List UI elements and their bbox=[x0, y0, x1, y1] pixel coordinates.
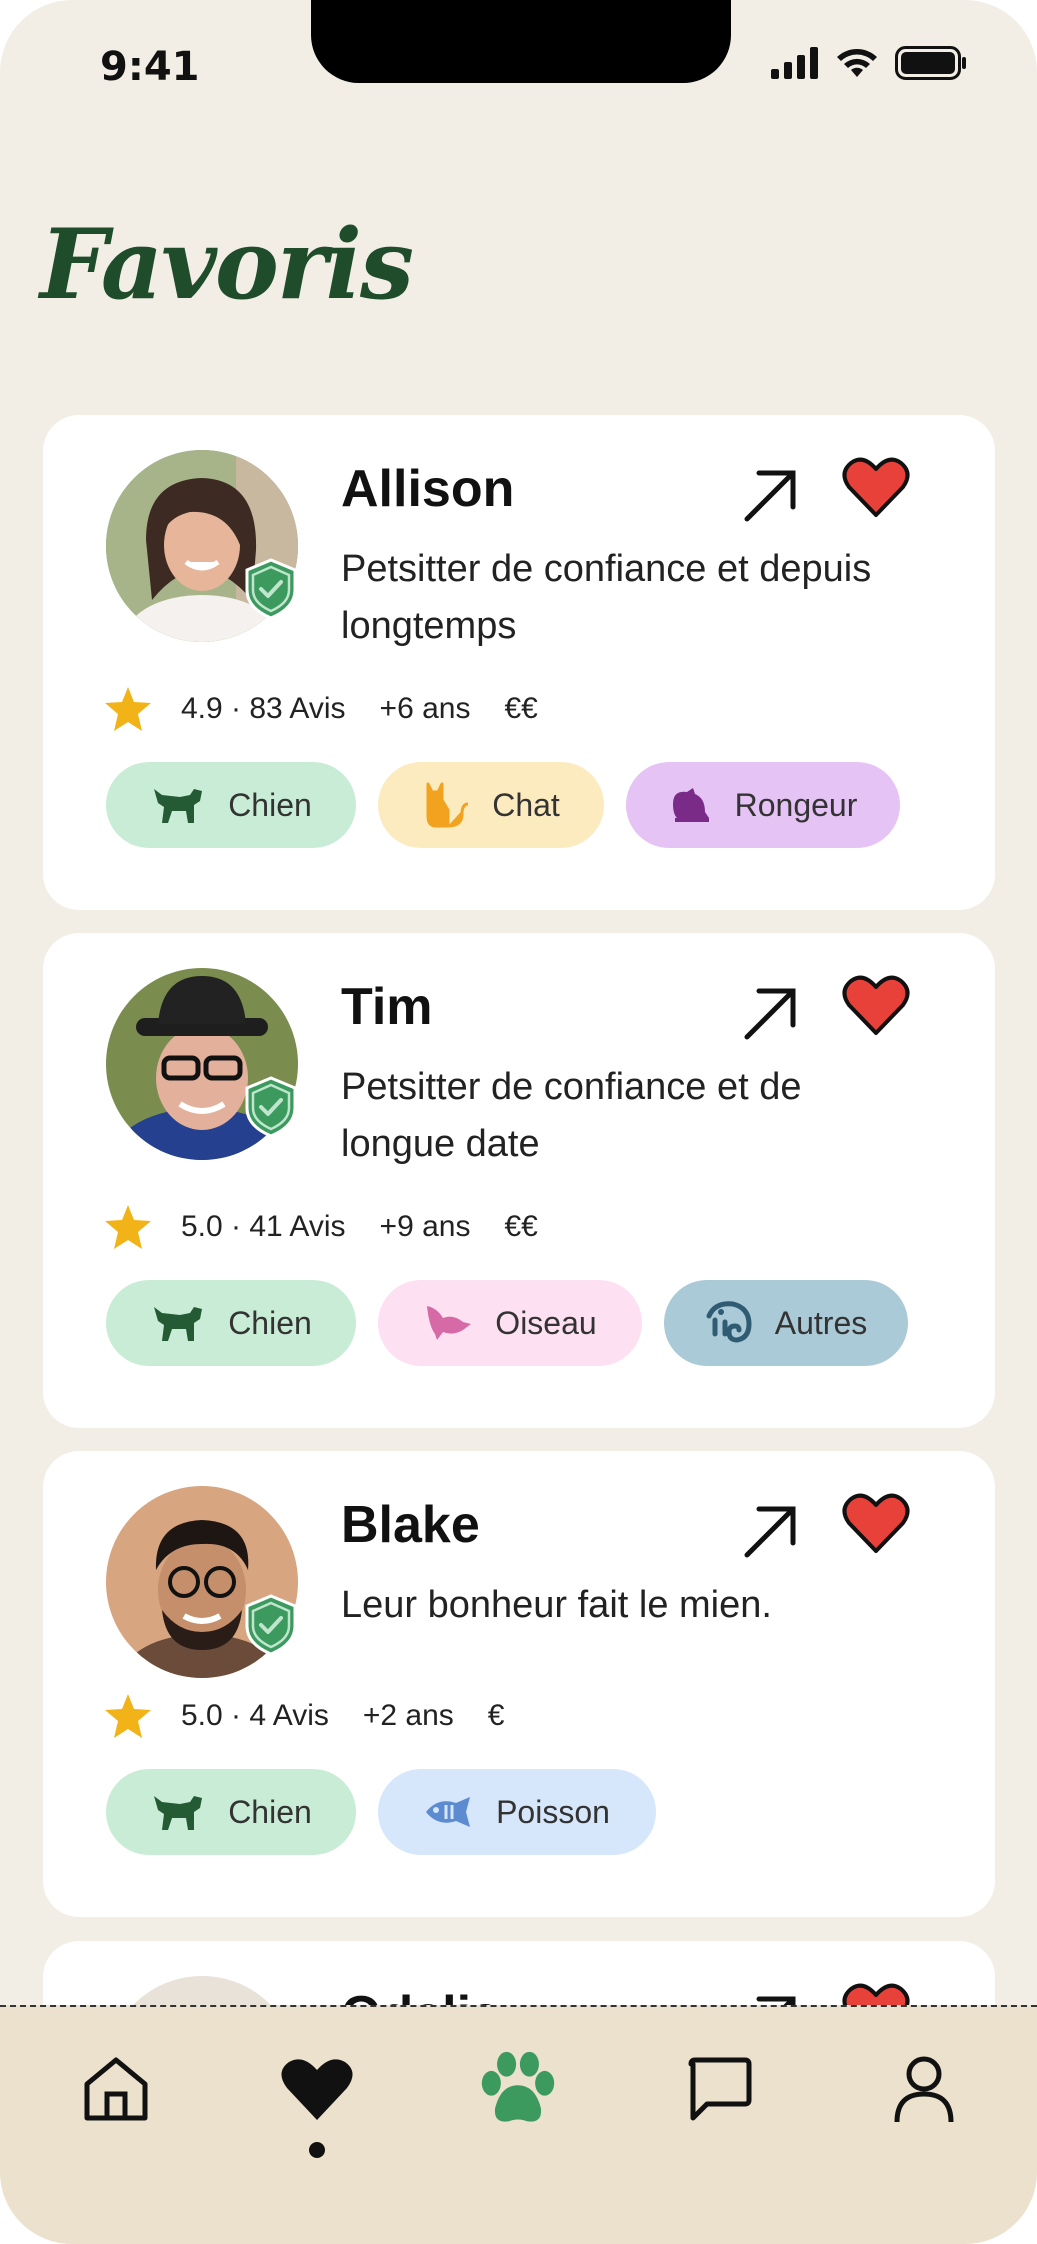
rodent-icon bbox=[672, 788, 709, 822]
favorite-heart-icon[interactable] bbox=[841, 455, 911, 519]
tab-home[interactable] bbox=[76, 2049, 156, 2129]
tag-bird: Oiseau bbox=[378, 1280, 642, 1366]
heart-icon bbox=[281, 2059, 353, 2120]
tab-sitters[interactable] bbox=[478, 2049, 558, 2129]
tab-profile[interactable] bbox=[884, 2049, 964, 2129]
sitter-tagline: Petsitter de confiance et de longue date bbox=[341, 1066, 802, 1165]
paw-icon bbox=[481, 2051, 555, 2122]
sitter-meta: 5.0 · 41 Avis +9 ans €€ bbox=[103, 1203, 538, 1251]
tag-fish: Poisson bbox=[378, 1769, 656, 1855]
rating-text: 5.0 · 4 Avis bbox=[181, 1699, 329, 1732]
signal-icon bbox=[771, 47, 818, 79]
cat-icon bbox=[426, 782, 469, 828]
phone-screen: 9:41 Favoris Allison Petsitter de confia… bbox=[0, 0, 1037, 2244]
dog-icon bbox=[154, 789, 203, 823]
sitter-name: Allison bbox=[341, 460, 515, 518]
pet-tags: Chien Oiseau Autres bbox=[106, 1280, 908, 1366]
status-icons bbox=[771, 46, 967, 80]
tag-dog: Chien bbox=[106, 1280, 356, 1366]
verified-badge-icon bbox=[245, 558, 297, 620]
tag-dog: Chien bbox=[106, 762, 356, 848]
dog-icon bbox=[154, 1796, 203, 1830]
sitter-name: Tim bbox=[341, 978, 433, 1036]
price-text: €€ bbox=[504, 692, 538, 725]
price-text: €€ bbox=[504, 1210, 538, 1243]
wifi-icon bbox=[837, 49, 877, 77]
active-tab-indicator bbox=[309, 2142, 325, 2158]
pet-tags: Chien Chat Rongeur bbox=[106, 762, 900, 848]
profile-icon bbox=[894, 2056, 954, 2123]
favorite-heart-icon[interactable] bbox=[841, 973, 911, 1037]
star-icon bbox=[105, 1694, 151, 1738]
experience-text: +9 ans bbox=[379, 1210, 471, 1243]
pet-tags: Chien Poisson bbox=[106, 1769, 656, 1855]
sitter-tagline: Petsitter de confiance et depuis longtem… bbox=[341, 548, 872, 647]
open-profile-arrow-icon[interactable] bbox=[741, 983, 801, 1043]
notch bbox=[311, 0, 731, 83]
star-icon bbox=[105, 687, 151, 731]
chat-icon bbox=[688, 2057, 752, 2121]
tab-favorites[interactable] bbox=[277, 2049, 357, 2129]
rating-text: 4.9 · 83 Avis bbox=[181, 692, 346, 725]
star-icon bbox=[105, 1205, 151, 1249]
home-icon bbox=[84, 2057, 148, 2121]
battery-icon bbox=[895, 46, 966, 80]
dog-icon bbox=[154, 1307, 203, 1341]
chameleon-icon bbox=[706, 1301, 752, 1343]
sitter-tagline: Leur bonheur fait le mien. bbox=[341, 1584, 772, 1626]
sitter-name: Blake bbox=[341, 1496, 480, 1554]
bottom-tab-bar bbox=[0, 2005, 1037, 2244]
page-title: Favoris bbox=[40, 208, 414, 321]
bird-icon bbox=[427, 1306, 472, 1340]
favorite-heart-icon[interactable] bbox=[841, 1491, 911, 1555]
experience-text: +6 ans bbox=[379, 692, 471, 725]
fish-icon bbox=[426, 1797, 471, 1827]
open-profile-arrow-icon[interactable] bbox=[741, 1501, 801, 1561]
tag-dog: Chien bbox=[106, 1769, 356, 1855]
sitter-meta: 4.9 · 83 Avis +6 ans €€ bbox=[103, 685, 538, 733]
tag-rodent: Rongeur bbox=[626, 762, 900, 848]
price-text: € bbox=[487, 1699, 505, 1732]
open-profile-arrow-icon[interactable] bbox=[741, 465, 801, 525]
sitter-card-tim[interactable]: Tim Petsitter de confiance et de longue … bbox=[43, 933, 995, 1428]
tag-cat: Chat bbox=[378, 762, 604, 848]
verified-badge-icon bbox=[245, 1076, 297, 1138]
rating-text: 5.0 · 41 Avis bbox=[181, 1210, 346, 1243]
tag-others: Autres bbox=[664, 1280, 908, 1366]
sitter-card-blake[interactable]: Blake Leur bonheur fait le mien. 5.0 · 4… bbox=[43, 1451, 995, 1917]
tab-messages[interactable] bbox=[680, 2049, 760, 2129]
sitter-card-allison[interactable]: Allison Petsitter de confiance et depuis… bbox=[43, 415, 995, 910]
experience-text: +2 ans bbox=[362, 1699, 454, 1732]
verified-badge-icon bbox=[245, 1594, 297, 1656]
sitter-meta: 5.0 · 4 Avis +2 ans € bbox=[103, 1692, 504, 1740]
status-time: 9:41 bbox=[100, 44, 200, 90]
